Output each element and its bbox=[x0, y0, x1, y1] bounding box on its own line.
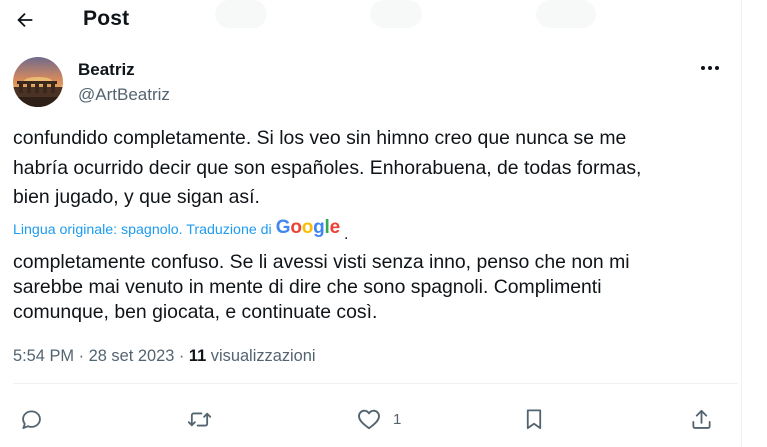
like-count: 1 bbox=[393, 410, 402, 428]
bookmark-icon bbox=[526, 408, 542, 429]
views-count: 11 bbox=[188, 347, 207, 365]
repost-button[interactable] bbox=[187, 402, 212, 436]
landscape-sunset-avatar bbox=[13, 57, 63, 107]
back-button[interactable] bbox=[12, 7, 38, 33]
meta-separator: · bbox=[178, 347, 185, 365]
reply-button[interactable] bbox=[20, 402, 43, 436]
translated-text-line: sarebbe mai venuto in mente di dire che … bbox=[13, 276, 602, 298]
google-logo-letter: o bbox=[301, 217, 314, 238]
post-header: Post bbox=[0, 0, 742, 40]
share-button[interactable] bbox=[690, 402, 713, 436]
divider bbox=[13, 383, 738, 384]
post-date[interactable]: 28 set 2023 bbox=[89, 347, 175, 365]
post-detail-panel: Post Beatriz @ArtBeatriz confundido comp… bbox=[0, 0, 742, 447]
views-label: visualizzazioni bbox=[210, 347, 316, 365]
meta-separator: · bbox=[78, 347, 85, 365]
google-logo-letter: o bbox=[290, 217, 302, 238]
google-logo-letter: G bbox=[275, 217, 291, 238]
translation-dot: . bbox=[344, 226, 349, 243]
post-text-line: confundido completamente. Si los veo sin… bbox=[13, 127, 627, 149]
translated-text-line: comunque, ben giocata, e continuate così… bbox=[13, 301, 378, 323]
author-handle[interactable]: @ArtBeatriz bbox=[78, 84, 170, 106]
post-text: confundido completamente. Si los veo sin… bbox=[13, 124, 738, 213]
like-button[interactable]: 1 bbox=[357, 402, 401, 436]
more-options-button[interactable] bbox=[697, 58, 723, 78]
arrow-left-icon bbox=[17, 12, 33, 28]
bookmark-button[interactable] bbox=[524, 402, 544, 436]
avatar[interactable] bbox=[13, 57, 63, 107]
share-icon bbox=[692, 409, 711, 429]
post-text-line: bien jugado, y que sigan así. bbox=[13, 186, 260, 208]
google-logo-letter: g bbox=[313, 217, 325, 238]
heart-icon bbox=[358, 409, 380, 430]
post-time[interactable]: 5:54 PM bbox=[13, 347, 74, 365]
translation-attribution: Lingua originale: spagnolo. Traduzione d… bbox=[13, 217, 349, 243]
translated-post-text: completamente confuso. Se li avessi vist… bbox=[13, 250, 738, 325]
translation-info-link[interactable]: Lingua originale: spagnolo. Traduzione d… bbox=[13, 222, 272, 238]
google-logo: Google bbox=[276, 217, 340, 239]
post-metadata: 5:54 PM · 28 set 2023 · 11 visualizzazio… bbox=[13, 345, 316, 367]
page-title: Post bbox=[83, 7, 130, 30]
post-text-line: habría ocurrido decir que son españoles.… bbox=[13, 156, 642, 179]
more-horizontal-icon bbox=[701, 66, 719, 70]
reply-icon bbox=[22, 409, 41, 429]
repost-icon bbox=[187, 412, 212, 426]
translated-text-line: completamente confuso. Se li avessi vist… bbox=[13, 251, 630, 273]
google-logo-letter: e bbox=[329, 217, 341, 238]
author-display-name[interactable]: Beatriz bbox=[78, 59, 135, 81]
